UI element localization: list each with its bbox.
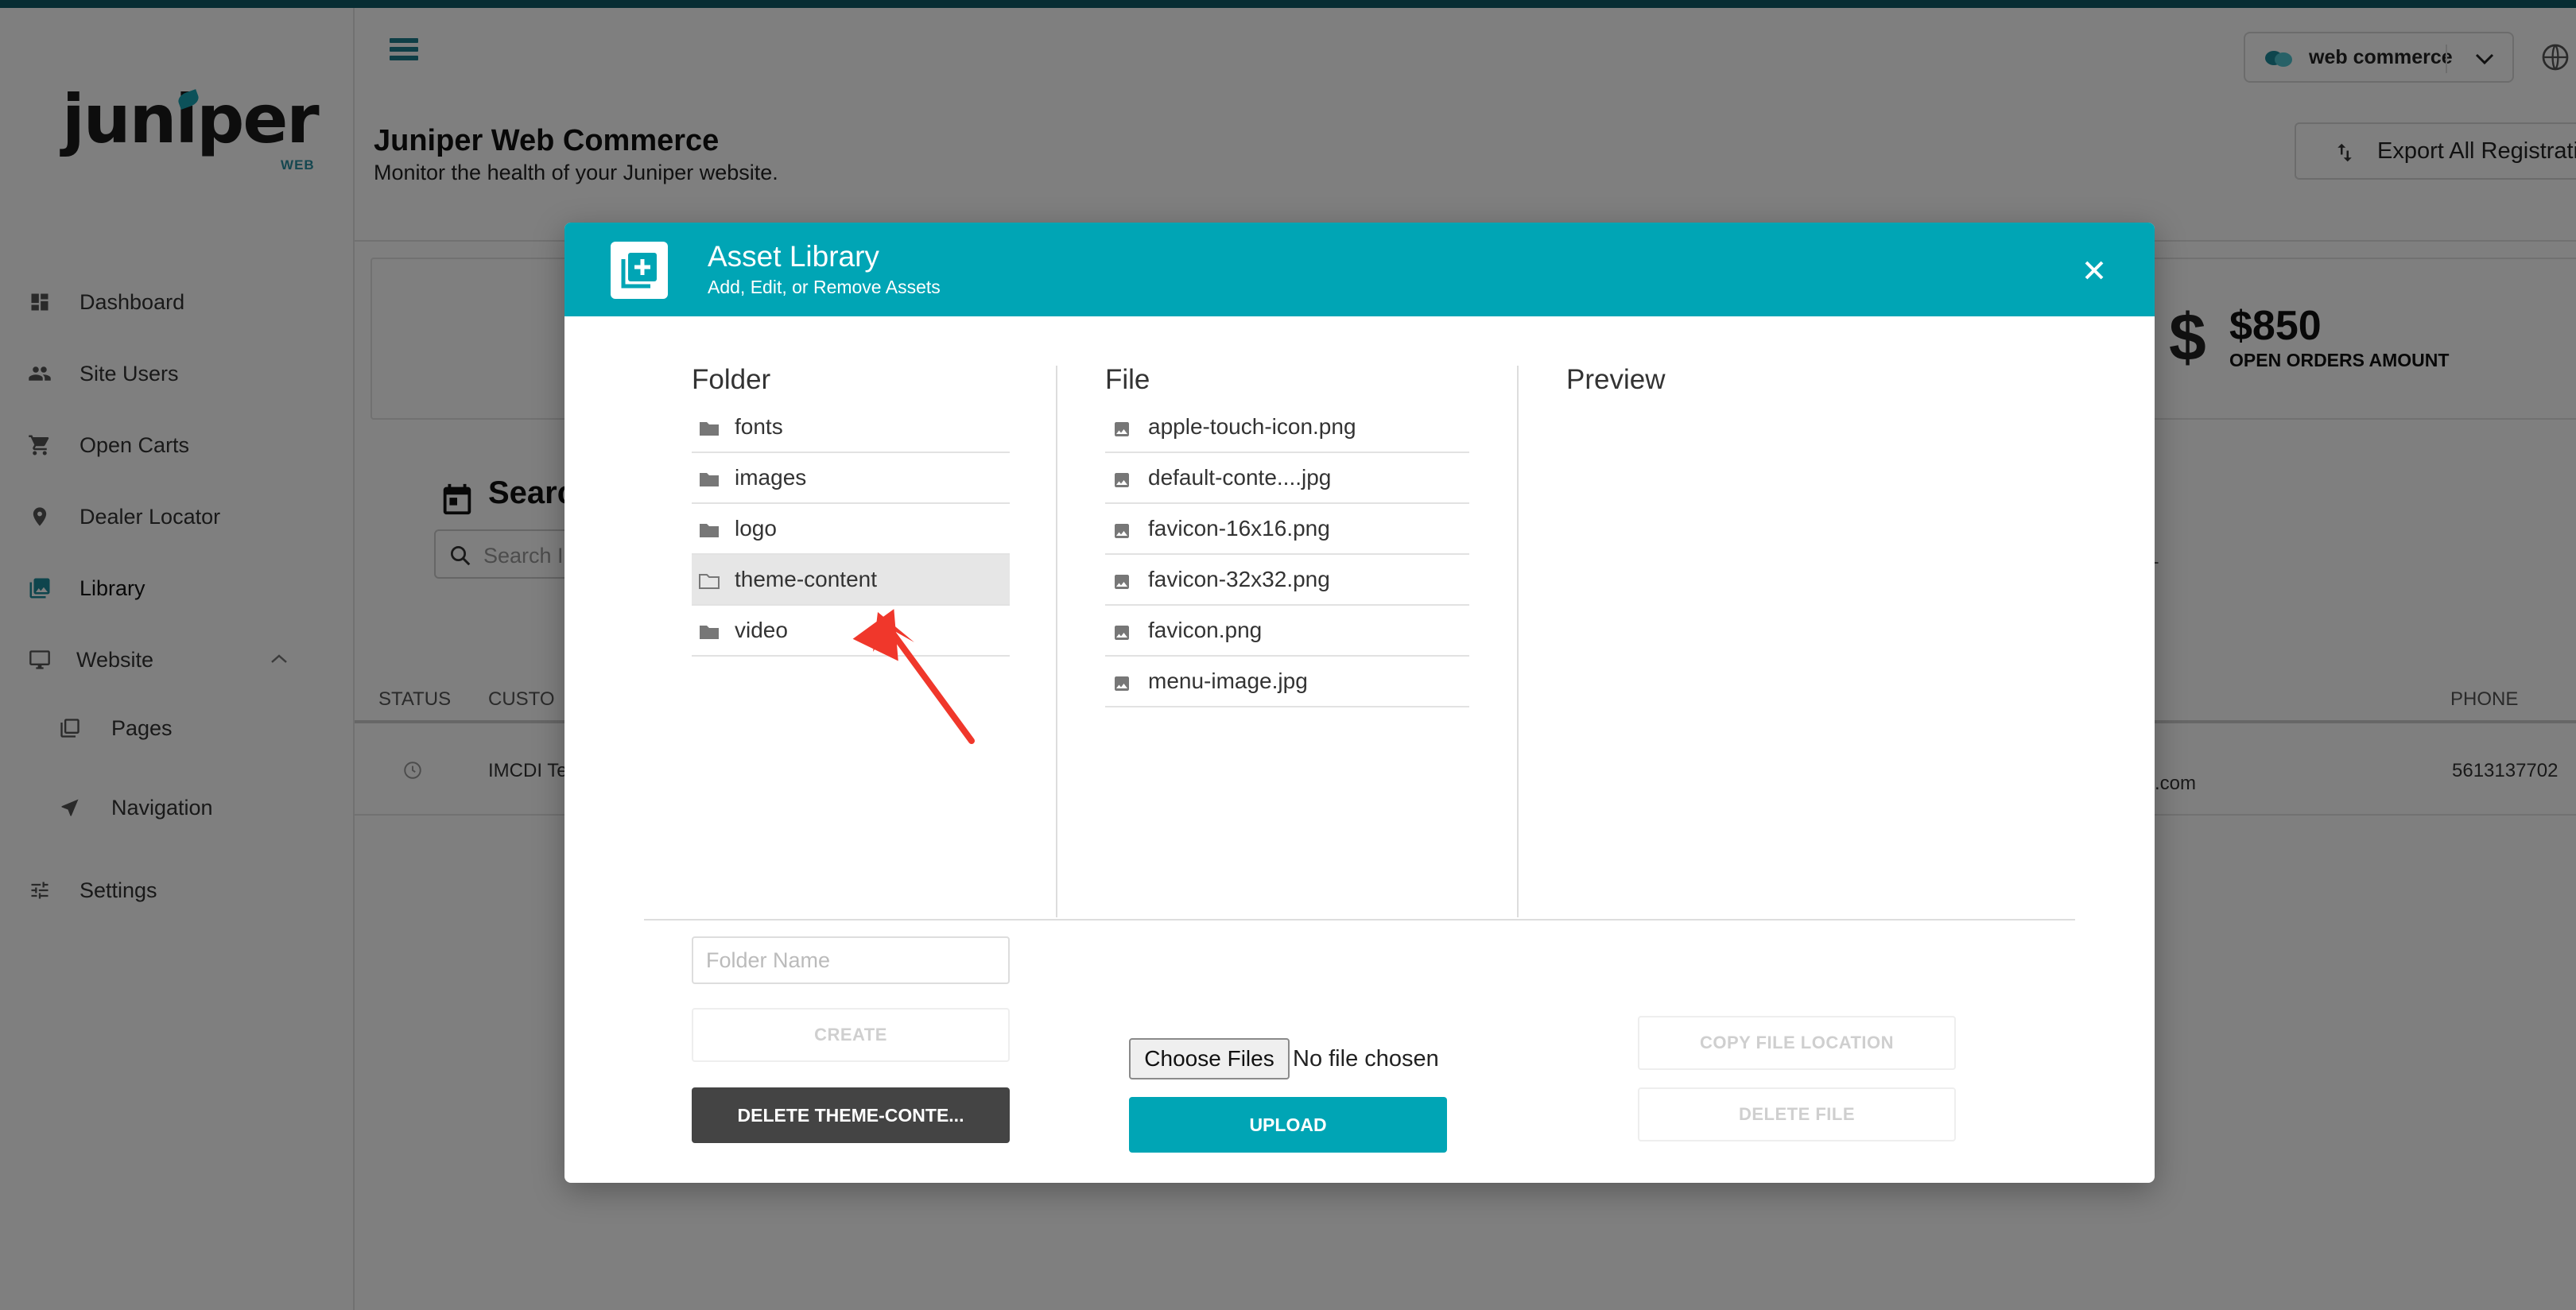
folder-item-images[interactable]: images bbox=[692, 453, 1010, 504]
modal-header: Asset Library Add, Edit, or Remove Asset… bbox=[564, 223, 2155, 316]
folder-label: logo bbox=[735, 516, 777, 541]
folder-item-logo[interactable]: logo bbox=[692, 504, 1010, 555]
image-file-icon bbox=[1111, 420, 1132, 443]
file-label: apple-touch-icon.png bbox=[1148, 414, 1356, 439]
folder-name-input[interactable] bbox=[692, 936, 1010, 984]
folder-icon bbox=[698, 623, 720, 645]
file-item[interactable]: favicon-16x16.png bbox=[1105, 504, 1469, 555]
preview-column-title: Preview bbox=[1566, 364, 1666, 395]
file-list: apple-touch-icon.png default-conte....jp… bbox=[1105, 402, 1469, 707]
image-file-icon bbox=[1111, 521, 1132, 545]
folder-label: video bbox=[735, 618, 788, 642]
file-label: default-conte....jpg bbox=[1148, 465, 1332, 490]
folder-icon bbox=[698, 471, 720, 492]
modal-footer-divider bbox=[644, 919, 2075, 920]
folder-column-title: Folder bbox=[692, 364, 771, 395]
folder-label: images bbox=[735, 465, 807, 490]
delete-folder-button[interactable]: DELETE THEME-CONTE... bbox=[692, 1087, 1010, 1143]
file-column-title: File bbox=[1105, 364, 1150, 395]
file-chosen-status: No file chosen bbox=[1293, 1046, 1439, 1072]
file-item[interactable]: favicon-32x32.png bbox=[1105, 555, 1469, 606]
add-library-icon bbox=[611, 242, 668, 299]
column-divider bbox=[1056, 366, 1057, 917]
modal-title: Asset Library bbox=[708, 240, 879, 273]
file-item[interactable]: default-conte....jpg bbox=[1105, 453, 1469, 504]
choose-files-button[interactable]: Choose Files bbox=[1129, 1038, 1290, 1079]
file-item[interactable]: apple-touch-icon.png bbox=[1105, 402, 1469, 453]
asset-library-modal: Asset Library Add, Edit, or Remove Asset… bbox=[564, 223, 2155, 1183]
copy-file-location-button[interactable]: COPY FILE LOCATION bbox=[1638, 1016, 1956, 1070]
image-file-icon bbox=[1111, 623, 1132, 646]
folder-label: theme-content bbox=[735, 567, 877, 591]
file-item[interactable]: favicon.png bbox=[1105, 606, 1469, 657]
close-icon[interactable] bbox=[2078, 254, 2110, 286]
file-label: favicon-16x16.png bbox=[1148, 516, 1330, 541]
folder-list: fonts images logo theme-content video bbox=[692, 402, 1010, 657]
file-item[interactable]: menu-image.jpg bbox=[1105, 657, 1469, 707]
modal-subtitle: Add, Edit, or Remove Assets bbox=[708, 277, 941, 297]
folder-item-video[interactable]: video bbox=[692, 606, 1010, 657]
folder-label: fonts bbox=[735, 414, 783, 439]
column-divider bbox=[1517, 366, 1519, 917]
folder-item-fonts[interactable]: fonts bbox=[692, 402, 1010, 453]
upload-button[interactable]: UPLOAD bbox=[1129, 1097, 1447, 1153]
folder-icon bbox=[698, 420, 720, 441]
folder-icon bbox=[698, 521, 720, 543]
file-label: favicon.png bbox=[1148, 618, 1263, 642]
delete-file-button[interactable]: DELETE FILE bbox=[1638, 1087, 1956, 1141]
create-folder-button[interactable]: CREATE bbox=[692, 1008, 1010, 1062]
image-file-icon bbox=[1111, 572, 1132, 595]
file-label: favicon-32x32.png bbox=[1148, 567, 1330, 591]
folder-item-theme-content[interactable]: theme-content bbox=[692, 555, 1010, 606]
image-file-icon bbox=[1111, 471, 1132, 494]
file-label: menu-image.jpg bbox=[1148, 669, 1308, 693]
image-file-icon bbox=[1111, 674, 1132, 697]
folder-open-icon bbox=[698, 572, 720, 594]
